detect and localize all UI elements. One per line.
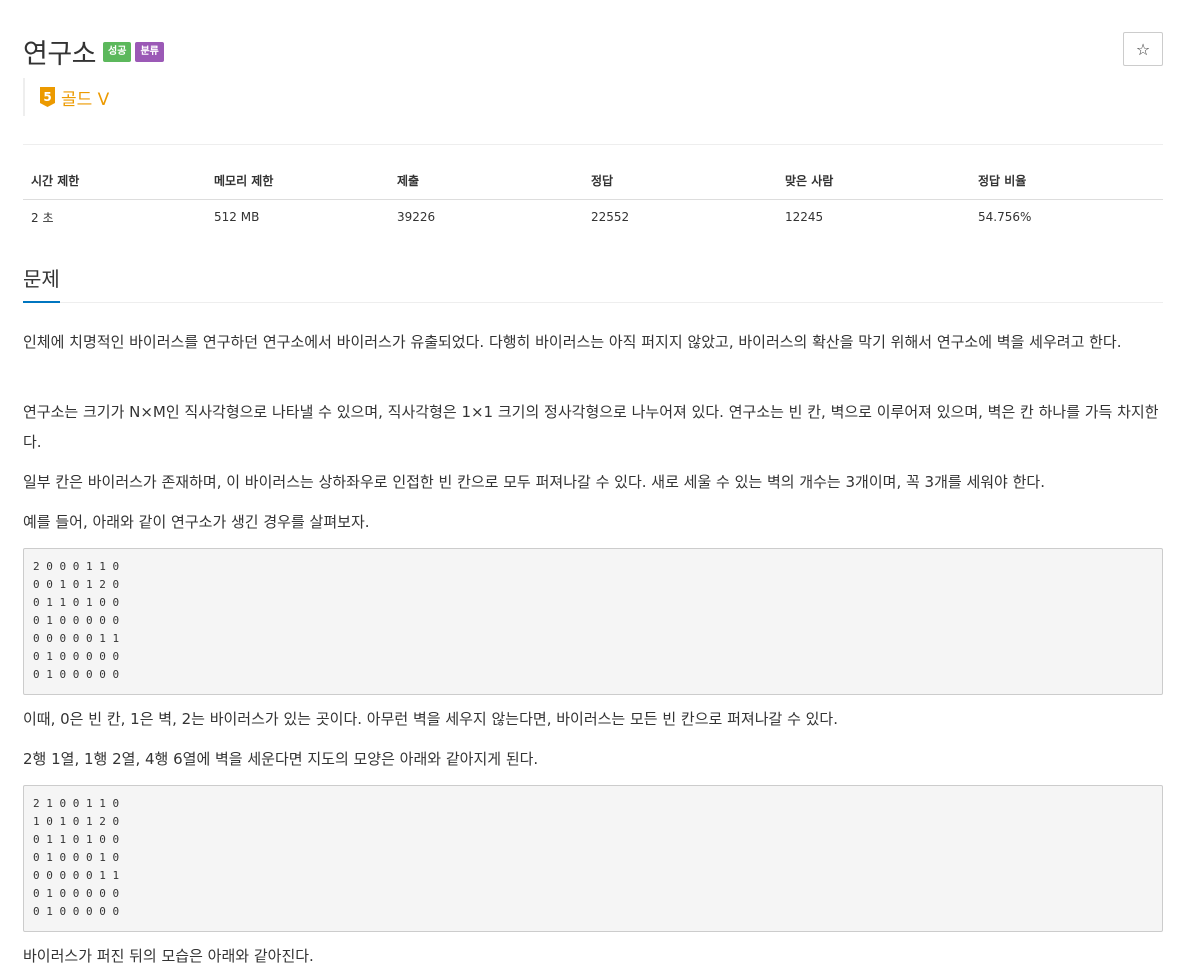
table-row: 2 초 512 MB 39226 22552 12245 54.756% xyxy=(23,199,1163,235)
accept-ratio-header: 정답 비율 xyxy=(970,163,1163,200)
section-title: 문제 xyxy=(23,264,60,303)
submissions-value[interactable]: 39226 xyxy=(389,199,583,235)
description-paragraph: 연구소는 크기가 N×M인 직사각형으로 나타낼 수 있으며, 직사각형은 1×… xyxy=(23,403,1159,451)
star-icon: ☆ xyxy=(1135,39,1151,59)
table-header-row: 시간 제한 메모리 제한 제출 정답 맞은 사람 정답 비율 xyxy=(23,163,1163,200)
solvers-value[interactable]: 12245 xyxy=(777,199,970,235)
description-paragraph: 2행 1열, 1행 2열, 4행 6열에 벽을 세운다면 지도의 모양은 아래와… xyxy=(23,750,539,768)
description-paragraph: 바이러스가 퍼진 뒤의 모습은 아래와 같아진다. xyxy=(23,947,314,965)
divider xyxy=(23,144,1163,145)
example-grid-walls: 2 1 0 0 1 1 0 1 0 1 0 1 2 0 0 1 1 0 1 0 … xyxy=(23,785,1163,932)
description-paragraph: 이때, 0은 빈 칸, 1은 벽, 2는 바이러스가 있는 곳이다. 아무런 벽… xyxy=(23,710,839,728)
description-paragraph: 일부 칸은 바이러스가 존재하며, 이 바이러스는 상하좌우로 인접한 빈 칸으… xyxy=(23,473,1045,491)
time-limit-header: 시간 제한 xyxy=(23,163,206,200)
description-paragraph: 인체에 치명적인 바이러스를 연구하던 연구소에서 바이러스가 유출되었다. 다… xyxy=(23,333,1122,351)
accepted-value[interactable]: 22552 xyxy=(583,199,777,235)
example-grid-initial: 2 0 0 0 1 1 0 0 0 1 0 1 2 0 0 1 1 0 1 0 … xyxy=(23,548,1163,695)
accepted-header: 정답 xyxy=(583,163,777,200)
memory-limit-header: 메모리 제한 xyxy=(206,163,389,200)
accept-ratio-value: 54.756% xyxy=(978,210,1032,225)
problem-info-table: 시간 제한 메모리 제한 제출 정답 맞은 사람 정답 비율 2 초 512 M… xyxy=(23,163,1163,235)
section-heading: 문제 xyxy=(23,264,1163,303)
page-title: 연구소 xyxy=(23,39,97,70)
success-badge: 성공 xyxy=(103,41,132,62)
solvers-header: 맞은 사람 xyxy=(777,163,970,200)
memory-limit-value: 512 MB xyxy=(214,210,260,225)
title-row: 연구소 성공 분류 xyxy=(23,32,164,71)
tier-label[interactable]: 골드 V xyxy=(61,85,109,110)
description-paragraph: 예를 들어, 아래와 같이 연구소가 생긴 경우를 살펴보자. xyxy=(23,513,370,531)
time-limit-value: 2 초 xyxy=(31,210,54,225)
category-badge[interactable]: 분류 xyxy=(135,41,164,62)
submissions-header: 제출 xyxy=(389,163,583,200)
tier-badge-icon: 5 xyxy=(40,87,55,107)
tier-box: 5 골드 V xyxy=(23,78,109,116)
star-button[interactable]: ☆ xyxy=(1123,32,1163,66)
